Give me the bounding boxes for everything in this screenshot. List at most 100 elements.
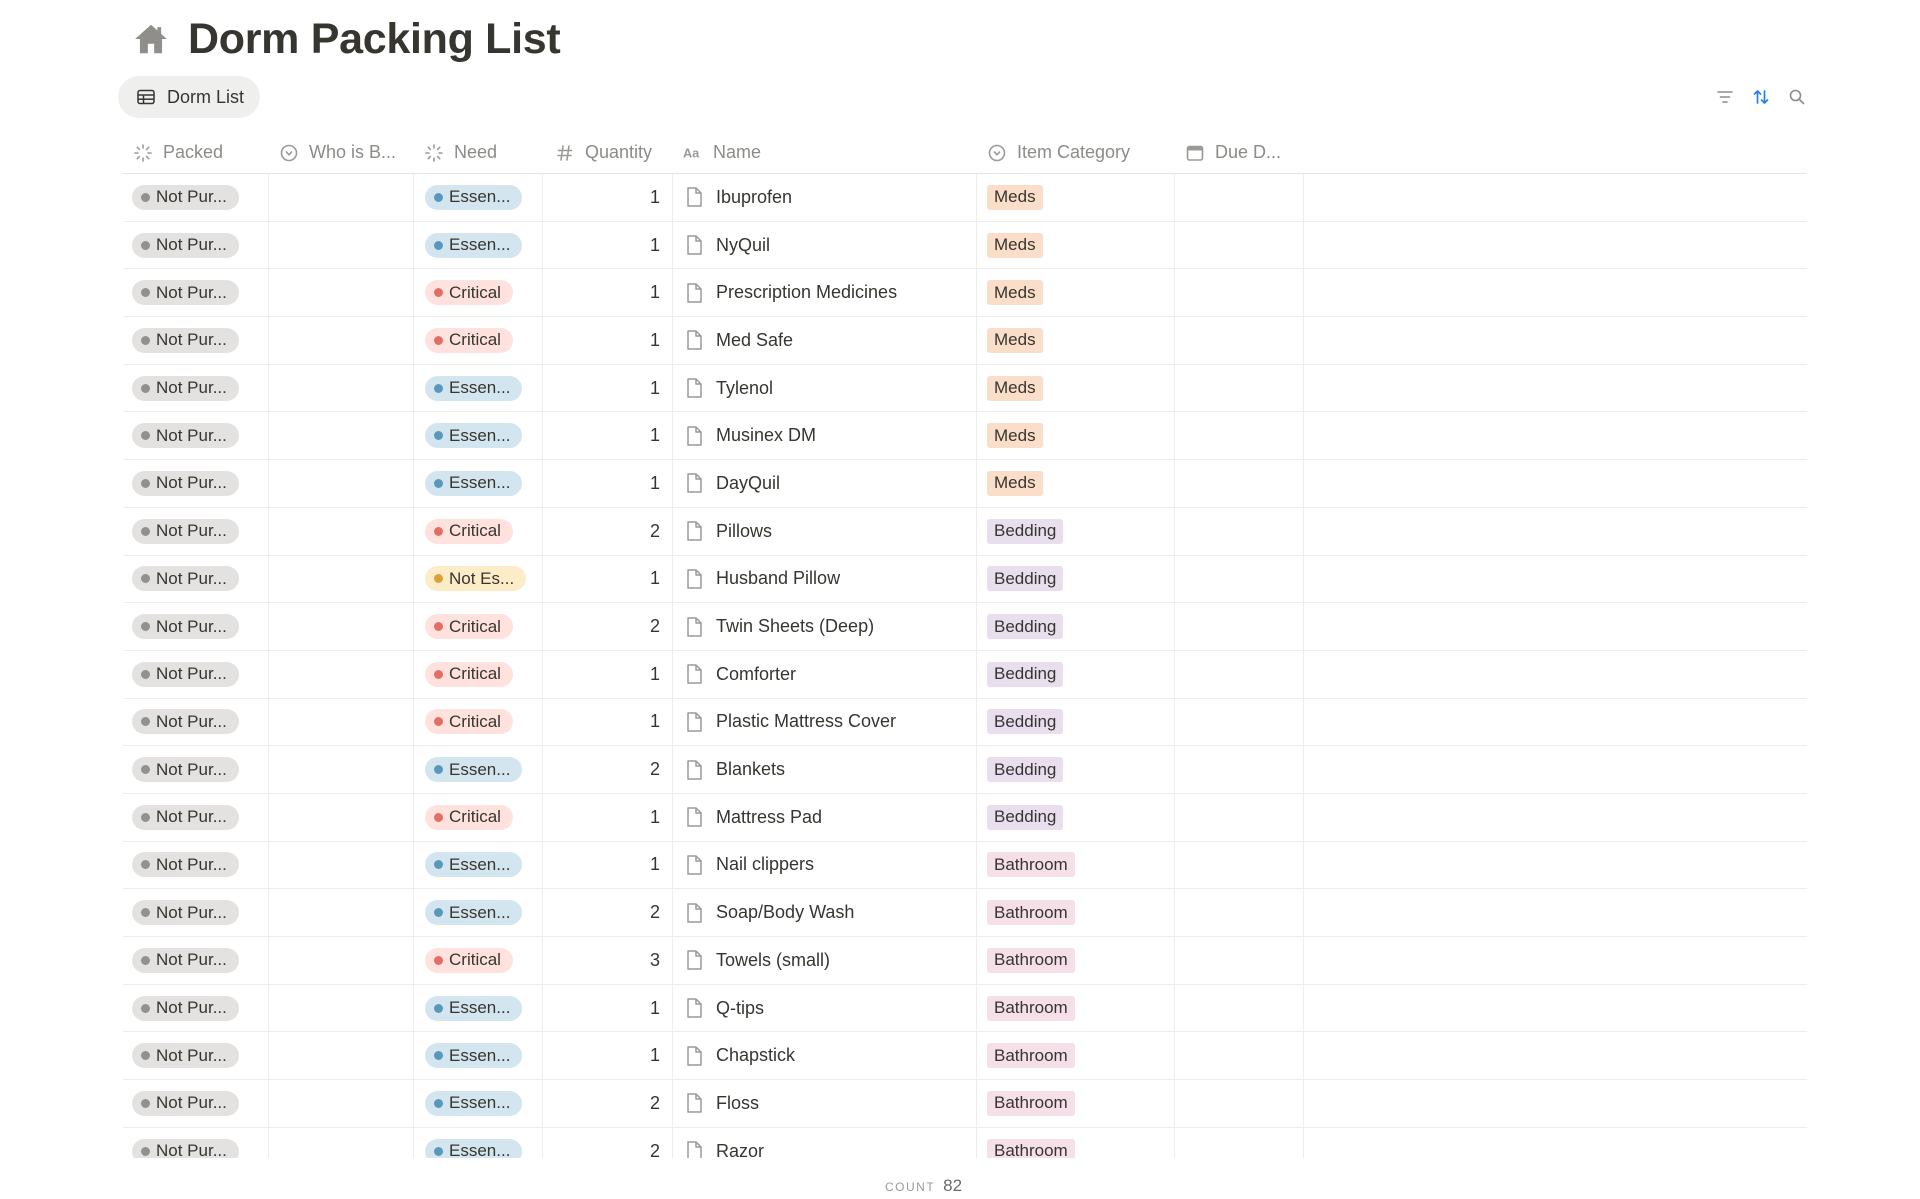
column-header-need[interactable]: Need [414, 132, 543, 173]
need-cell[interactable]: Essen... [414, 984, 543, 1032]
name-cell[interactable]: DayQuil [673, 460, 977, 507]
who-cell[interactable] [269, 984, 414, 1032]
category-cell[interactable]: Bedding [977, 507, 1175, 555]
need-cell[interactable]: Critical [414, 937, 543, 984]
name-cell[interactable]: Floss [673, 1080, 977, 1127]
packed-cell[interactable]: Not Pur... [123, 269, 269, 317]
column-header-due-date[interactable]: Due D... [1175, 132, 1304, 173]
quantity-cell[interactable]: 1 [543, 269, 673, 317]
quantity-cell[interactable]: 1 [543, 650, 673, 698]
need-cell[interactable]: Essen... [414, 1127, 543, 1158]
need-cell[interactable]: Essen... [414, 412, 543, 460]
need-cell[interactable]: Critical [414, 317, 543, 364]
category-cell[interactable]: Bedding [977, 793, 1175, 841]
who-cell[interactable] [269, 698, 414, 746]
packed-cell[interactable]: Not Pur... [123, 460, 269, 507]
who-cell[interactable] [269, 793, 414, 841]
category-cell[interactable]: Bathroom [977, 841, 1175, 889]
filter-icon[interactable] [1714, 86, 1736, 108]
quantity-cell[interactable]: 1 [543, 984, 673, 1032]
quantity-cell[interactable]: 2 [543, 1080, 673, 1127]
table-row[interactable]: Not Pur... Critical 3 Towels (small) Bathroo… [123, 937, 1807, 985]
table-row[interactable]: Not Pur... Essen... 1 Ibuprofen Meds [123, 174, 1807, 222]
table-row[interactable]: Not Pur... Essen... 1 Nail clippers Bathroom [123, 841, 1807, 890]
category-cell[interactable]: Bedding [977, 555, 1175, 603]
packed-cell[interactable]: Not Pur... [123, 221, 269, 269]
column-header-packed[interactable]: Packed [123, 132, 269, 173]
category-cell[interactable]: Bathroom [977, 1080, 1175, 1127]
category-cell[interactable]: Bedding [977, 698, 1175, 746]
due-date-cell[interactable] [1175, 1032, 1304, 1080]
column-header-who[interactable]: Who is B... [269, 132, 414, 173]
category-cell[interactable]: Meds [977, 269, 1175, 317]
packed-cell[interactable]: Not Pur... [123, 317, 269, 364]
table-row[interactable]: Not Pur... Essen... 1 Chapstick Bathroom [123, 1032, 1807, 1081]
packed-cell[interactable]: Not Pur... [123, 507, 269, 555]
sort-icon[interactable] [1750, 86, 1772, 108]
packed-cell[interactable]: Not Pur... [123, 841, 269, 889]
packed-cell[interactable]: Not Pur... [123, 698, 269, 746]
table-row[interactable]: Not Pur... Essen... 1 Tylenol Meds [123, 364, 1807, 413]
table-row[interactable]: Not Pur... Essen... 2 Razor Bathroom [123, 1127, 1807, 1158]
packed-cell[interactable]: Not Pur... [123, 650, 269, 698]
quantity-cell[interactable]: 1 [543, 1032, 673, 1080]
name-cell[interactable]: Chapstick [673, 1032, 977, 1080]
category-cell[interactable]: Meds [977, 460, 1175, 507]
who-cell[interactable] [269, 221, 414, 269]
who-cell[interactable] [269, 364, 414, 412]
due-date-cell[interactable] [1175, 460, 1304, 507]
due-date-cell[interactable] [1175, 793, 1304, 841]
name-cell[interactable]: Soap/Body Wash [673, 889, 977, 936]
due-date-cell[interactable] [1175, 650, 1304, 698]
name-cell[interactable]: Musinex DM [673, 412, 977, 460]
due-date-cell[interactable] [1175, 937, 1304, 984]
need-cell[interactable]: Critical [414, 793, 543, 841]
due-date-cell[interactable] [1175, 603, 1304, 650]
who-cell[interactable] [269, 937, 414, 984]
name-cell[interactable]: Prescription Medicines [673, 269, 977, 317]
packed-cell[interactable]: Not Pur... [123, 746, 269, 793]
who-cell[interactable] [269, 317, 414, 364]
name-cell[interactable]: NyQuil [673, 221, 977, 269]
name-cell[interactable]: Ibuprofen [673, 174, 977, 221]
name-cell[interactable]: Towels (small) [673, 937, 977, 984]
packed-cell[interactable]: Not Pur... [123, 1032, 269, 1080]
due-date-cell[interactable] [1175, 364, 1304, 412]
who-cell[interactable] [269, 174, 414, 221]
quantity-cell[interactable]: 1 [543, 698, 673, 746]
packed-cell[interactable]: Not Pur... [123, 793, 269, 841]
need-cell[interactable]: Essen... [414, 1080, 543, 1127]
category-cell[interactable]: Bathroom [977, 1032, 1175, 1080]
who-cell[interactable] [269, 460, 414, 507]
due-date-cell[interactable] [1175, 317, 1304, 364]
table-row[interactable]: Not Pur... Critical 2 Twin Sheets (Deep) Bed… [123, 603, 1807, 651]
due-date-cell[interactable] [1175, 746, 1304, 793]
table-row[interactable]: Not Pur... Essen... 2 Floss Bathroom [123, 1080, 1807, 1128]
quantity-cell[interactable]: 2 [543, 889, 673, 936]
packed-cell[interactable]: Not Pur... [123, 889, 269, 936]
quantity-cell[interactable]: 3 [543, 937, 673, 984]
name-cell[interactable]: Pillows [673, 507, 977, 555]
packed-cell[interactable]: Not Pur... [123, 555, 269, 603]
name-cell[interactable]: Mattress Pad [673, 793, 977, 841]
home-icon[interactable] [132, 20, 170, 58]
quantity-cell[interactable]: 1 [543, 174, 673, 221]
who-cell[interactable] [269, 1032, 414, 1080]
category-cell[interactable]: Bedding [977, 603, 1175, 650]
who-cell[interactable] [269, 1127, 414, 1158]
category-cell[interactable]: Bedding [977, 650, 1175, 698]
who-cell[interactable] [269, 412, 414, 460]
category-cell[interactable]: Meds [977, 364, 1175, 412]
need-cell[interactable]: Essen... [414, 364, 543, 412]
need-cell[interactable]: Essen... [414, 221, 543, 269]
table-row[interactable]: Not Pur... Critical 1 Prescription Medicine… [123, 269, 1807, 318]
quantity-cell[interactable]: 1 [543, 364, 673, 412]
name-cell[interactable]: Q-tips [673, 984, 977, 1032]
column-header-item-category[interactable]: Item Category [977, 132, 1175, 173]
name-cell[interactable]: Nail clippers [673, 841, 977, 889]
due-date-cell[interactable] [1175, 984, 1304, 1032]
table-row[interactable]: Not Pur... Critical 1 Med Safe Meds [123, 317, 1807, 365]
need-cell[interactable]: Critical [414, 650, 543, 698]
table-row[interactable]: Not Pur... Essen... 1 Q-tips Bathroom [123, 984, 1807, 1033]
name-cell[interactable]: Husband Pillow [673, 555, 977, 603]
